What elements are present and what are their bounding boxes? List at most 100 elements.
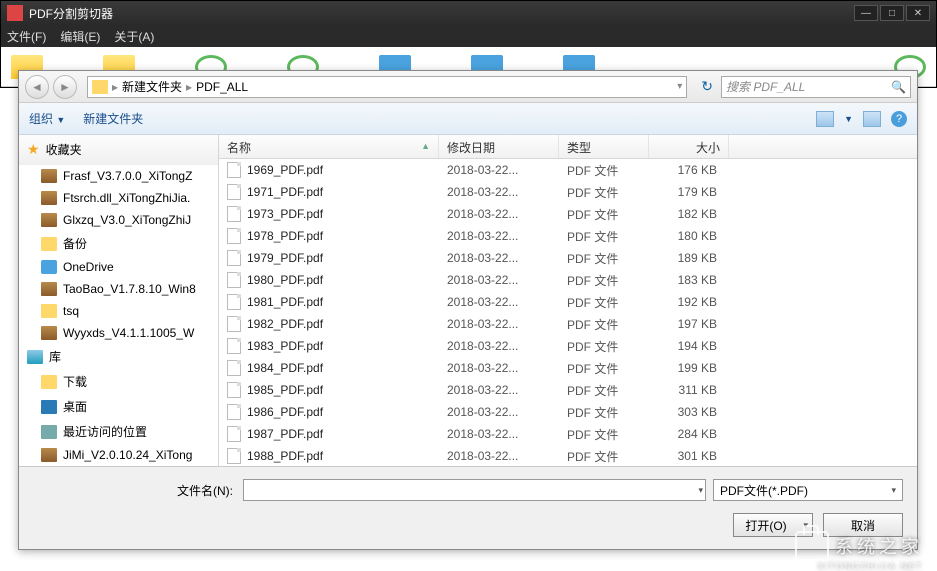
chevron-down-icon[interactable]: ▼ (844, 114, 853, 124)
file-icon (227, 272, 241, 288)
folder-icon (41, 304, 57, 318)
file-icon (227, 162, 241, 178)
file-date: 2018-03-22... (439, 383, 559, 397)
cancel-button[interactable]: 取消 (823, 513, 903, 537)
sidebar-item-label: TaoBao_V1.7.8.10_Win8 (63, 282, 196, 296)
file-size: 189 KB (649, 251, 729, 265)
folder-icon (41, 237, 57, 251)
sidebar-item[interactable]: Frasf_V3.7.0.0_XiTongZ (19, 165, 218, 187)
sidebar-item[interactable]: Wyyxds_V4.1.1.1005_W (19, 322, 218, 344)
column-type[interactable]: 类型 (559, 135, 649, 158)
minimize-button[interactable]: — (854, 5, 878, 21)
breadcrumb-part-0[interactable]: 新建文件夹 (122, 78, 182, 95)
file-size: 192 KB (649, 295, 729, 309)
file-name: 1988_PDF.pdf (247, 449, 323, 463)
sidebar-favorites-header[interactable]: ★ 收藏夹 (19, 135, 218, 165)
file-type: PDF 文件 (559, 360, 649, 377)
refresh-button[interactable]: ↻ (701, 78, 713, 95)
file-name: 1986_PDF.pdf (247, 405, 323, 419)
filename-label: 文件名(N): (33, 482, 233, 499)
table-row[interactable]: 1983_PDF.pdf2018-03-22...PDF 文件194 KB (219, 335, 917, 357)
file-size: 179 KB (649, 185, 729, 199)
search-placeholder: 搜索 PDF_ALL (726, 78, 805, 95)
table-row[interactable]: 1971_PDF.pdf2018-03-22...PDF 文件179 KB (219, 181, 917, 203)
file-icon (227, 294, 241, 310)
sidebar-item-label: 最近访问的位置 (63, 423, 147, 440)
table-row[interactable]: 1980_PDF.pdf2018-03-22...PDF 文件183 KB (219, 269, 917, 291)
table-row[interactable]: 1984_PDF.pdf2018-03-22...PDF 文件199 KB (219, 357, 917, 379)
file-type: PDF 文件 (559, 250, 649, 267)
sidebar-item-label: JiMi_V2.0.10.24_XiTong (63, 448, 192, 462)
file-name: 1982_PDF.pdf (247, 317, 323, 331)
help-icon[interactable]: ? (891, 111, 907, 127)
dialog-navbar: ◄ ► ▸ 新建文件夹 ▸ PDF_ALL ▾ ↻ 搜索 PDF_ALL 🔍 (19, 71, 917, 103)
table-row[interactable]: 1978_PDF.pdf2018-03-22...PDF 文件180 KB (219, 225, 917, 247)
sidebar-item-label: 桌面 (63, 398, 87, 415)
file-icon (227, 206, 241, 222)
lib-icon (27, 350, 43, 364)
breadcrumb-part-1[interactable]: PDF_ALL (196, 80, 248, 94)
sidebar-item[interactable]: TaoBao_V1.7.8.10_Win8 (19, 278, 218, 300)
filetype-filter[interactable]: PDF文件(*.PDF) ▾ (713, 479, 903, 501)
dialog-footer: 文件名(N): ▾ PDF文件(*.PDF) ▾ 打开(O) 取消 (19, 467, 917, 549)
nav-forward-button[interactable]: ► (53, 75, 77, 99)
sidebar-item[interactable]: OneDrive (19, 256, 218, 278)
sidebar-item[interactable]: 下载 (19, 369, 218, 394)
file-name: 1987_PDF.pdf (247, 427, 323, 441)
sidebar-item[interactable]: JiMi_V2.0.10.24_XiTong (19, 444, 218, 466)
file-size: 197 KB (649, 317, 729, 331)
file-icon (227, 360, 241, 376)
table-row[interactable]: 1985_PDF.pdf2018-03-22...PDF 文件311 KB (219, 379, 917, 401)
column-size[interactable]: 大小 (649, 135, 729, 158)
file-type: PDF 文件 (559, 316, 649, 333)
sidebar-item-label: Ftsrch.dll_XiTongZhiJia. (63, 191, 190, 205)
file-name: 1969_PDF.pdf (247, 163, 323, 177)
table-row[interactable]: 1981_PDF.pdf2018-03-22...PDF 文件192 KB (219, 291, 917, 313)
menu-file[interactable]: 文件(F) (7, 28, 46, 45)
maximize-button[interactable]: □ (880, 5, 904, 21)
column-date[interactable]: 修改日期 (439, 135, 559, 158)
sidebar-item[interactable]: 备份 (19, 231, 218, 256)
filename-input[interactable] (243, 479, 706, 501)
watermark-sub: XITONGZHIJIA.NET (818, 562, 923, 571)
table-row[interactable]: 1969_PDF.pdf2018-03-22...PDF 文件176 KB (219, 159, 917, 181)
table-row[interactable]: 1973_PDF.pdf2018-03-22...PDF 文件182 KB (219, 203, 917, 225)
sidebar-item[interactable]: 桌面 (19, 394, 218, 419)
sidebar-item[interactable]: Glxzq_V3.0_XiTongZhiJ (19, 209, 218, 231)
file-size: 180 KB (649, 229, 729, 243)
column-name[interactable]: 名称▲ (219, 135, 439, 158)
chevron-down-icon[interactable]: ▾ (698, 485, 703, 496)
sidebar-item-label: tsq (63, 304, 79, 318)
menu-edit[interactable]: 编辑(E) (60, 28, 100, 45)
file-icon (227, 184, 241, 200)
table-row[interactable]: 1988_PDF.pdf2018-03-22...PDF 文件301 KB (219, 445, 917, 466)
breadcrumb[interactable]: ▸ 新建文件夹 ▸ PDF_ALL ▾ (87, 76, 687, 98)
open-button[interactable]: 打开(O) (733, 513, 813, 537)
table-row[interactable]: 1982_PDF.pdf2018-03-22...PDF 文件197 KB (219, 313, 917, 335)
sidebar-item[interactable]: 最近访问的位置 (19, 419, 218, 444)
file-type: PDF 文件 (559, 294, 649, 311)
table-row[interactable]: 1986_PDF.pdf2018-03-22...PDF 文件303 KB (219, 401, 917, 423)
menu-about[interactable]: 关于(A) (114, 28, 154, 45)
sidebar-item[interactable]: tsq (19, 300, 218, 322)
sidebar-item[interactable]: Ftsrch.dll_XiTongZhiJia. (19, 187, 218, 209)
close-button[interactable]: ✕ (906, 5, 930, 21)
table-row[interactable]: 1987_PDF.pdf2018-03-22...PDF 文件284 KB (219, 423, 917, 445)
file-type: PDF 文件 (559, 162, 649, 179)
preview-pane-icon[interactable] (863, 111, 881, 127)
chevron-down-icon[interactable]: ▾ (677, 81, 682, 92)
newfolder-button[interactable]: 新建文件夹 (83, 110, 143, 127)
nav-back-button[interactable]: ◄ (25, 75, 49, 99)
table-row[interactable]: 1979_PDF.pdf2018-03-22...PDF 文件189 KB (219, 247, 917, 269)
view-options-icon[interactable] (816, 111, 834, 127)
sidebar-item[interactable]: 库 (19, 344, 218, 369)
organize-menu[interactable]: 组织 ▼ (29, 110, 65, 127)
dialog-toolbar: 组织 ▼ 新建文件夹 ▼ ? (19, 103, 917, 135)
app-titlebar[interactable]: PDF分割剪切器 — □ ✕ (1, 1, 936, 25)
filter-label: PDF文件(*.PDF) (720, 482, 808, 499)
file-name: 1981_PDF.pdf (247, 295, 323, 309)
file-open-dialog: ◄ ► ▸ 新建文件夹 ▸ PDF_ALL ▾ ↻ 搜索 PDF_ALL 🔍 组… (18, 70, 918, 550)
search-input[interactable]: 搜索 PDF_ALL 🔍 (721, 76, 911, 98)
search-icon[interactable]: 🔍 (891, 80, 906, 94)
file-date: 2018-03-22... (439, 163, 559, 177)
